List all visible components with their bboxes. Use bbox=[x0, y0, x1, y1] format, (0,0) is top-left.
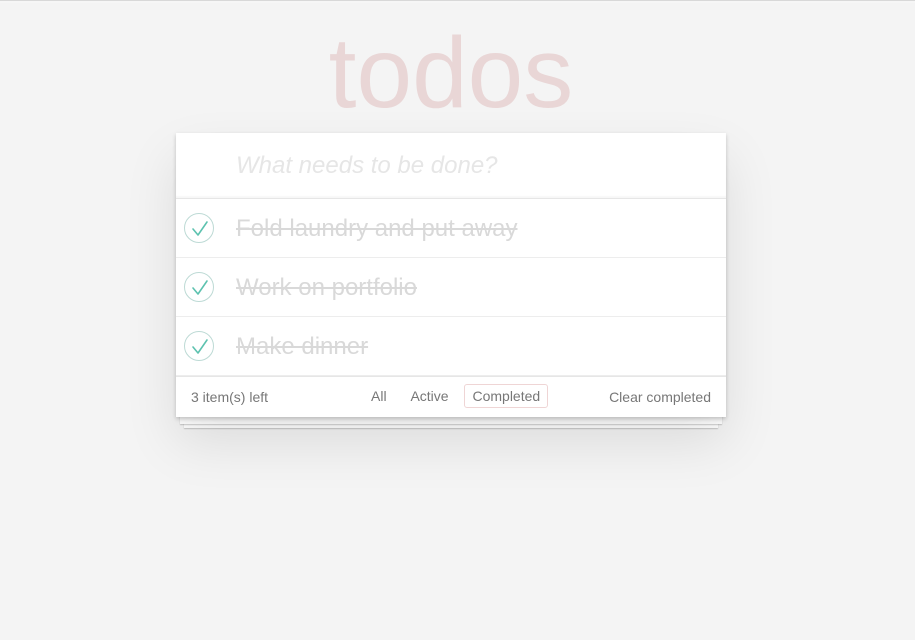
todo-item: Work on portfolio bbox=[176, 258, 726, 317]
todo-app: Fold laundry and put away Work on portfo… bbox=[176, 133, 726, 417]
check-icon bbox=[192, 221, 208, 236]
todo-list: Fold laundry and put away Work on portfo… bbox=[176, 199, 726, 376]
app-title: todos bbox=[328, 17, 574, 129]
check-icon bbox=[192, 339, 208, 354]
todo-toggle[interactable] bbox=[184, 213, 214, 243]
todo-item: Make dinner bbox=[176, 317, 726, 376]
filter-all[interactable]: All bbox=[363, 384, 395, 408]
todo-item: Fold laundry and put away bbox=[176, 199, 726, 258]
check-icon bbox=[192, 280, 208, 295]
todo-label[interactable]: Fold laundry and put away bbox=[236, 213, 518, 245]
new-todo-input[interactable] bbox=[176, 133, 726, 198]
todo-toggle[interactable] bbox=[184, 272, 214, 302]
filters: All Active Completed bbox=[361, 384, 550, 408]
filter-active[interactable]: Active bbox=[402, 384, 456, 408]
todo-label[interactable]: Work on portfolio bbox=[236, 272, 417, 304]
footer: 3 item(s) left All Active Completed Clea… bbox=[176, 376, 726, 417]
top-border bbox=[0, 0, 915, 3]
filter-completed[interactable]: Completed bbox=[464, 384, 549, 408]
todo-count: 3 item(s) left bbox=[191, 389, 269, 405]
clear-completed-button[interactable]: Clear completed bbox=[609, 389, 711, 405]
todo-label[interactable]: Make dinner bbox=[236, 331, 368, 363]
todo-toggle[interactable] bbox=[184, 331, 214, 361]
header bbox=[176, 133, 726, 199]
